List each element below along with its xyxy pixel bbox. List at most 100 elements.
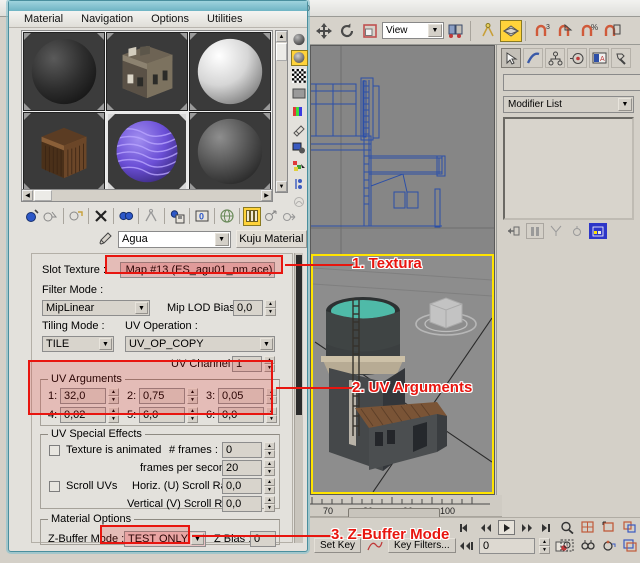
spinner-down-icon[interactable]: ▼ — [539, 546, 550, 554]
mip-lod-bias-spinner[interactable]: ▲▼ — [265, 300, 276, 316]
use-pivot-center-icon[interactable] — [445, 20, 467, 42]
material-editor-side-toolbar[interactable] — [290, 30, 308, 202]
uv-arg-1-spinner[interactable]: ▲▼ — [108, 388, 119, 404]
chevron-down-icon[interactable]: ▼ — [618, 98, 632, 111]
chevron-down-icon[interactable]: ▼ — [428, 24, 442, 37]
video-color-check-icon[interactable] — [291, 104, 308, 120]
tab-hierarchy-icon[interactable] — [545, 48, 565, 68]
filter-mode-combo[interactable]: MipLinear ▼ — [42, 300, 150, 316]
make-unique-icon[interactable] — [547, 223, 565, 239]
spinner-down-icon[interactable]: ▼ — [264, 504, 275, 512]
scroll-thumb-vertical[interactable] — [276, 43, 287, 61]
material-name-combo[interactable]: Agua ▼ — [118, 231, 231, 248]
put-material-to-scene-icon[interactable] — [41, 207, 59, 226]
previous-frame-icon[interactable] — [478, 520, 495, 535]
assign-material-to-selection-icon[interactable] — [67, 207, 85, 226]
spinner-down-icon[interactable]: ▼ — [266, 415, 277, 423]
spinner-up-icon[interactable]: ▲ — [187, 388, 198, 396]
zoom-extents-icon[interactable] — [600, 520, 617, 535]
spinner-down-icon[interactable]: ▼ — [266, 396, 277, 404]
uv-arg-1-field[interactable]: 32,0 — [60, 388, 106, 404]
uv-arg-3-spinner[interactable]: ▲▼ — [266, 388, 277, 404]
tab-utilities-icon[interactable] — [611, 48, 631, 68]
tiling-mode-combo[interactable]: TILE ▼ — [42, 336, 114, 352]
spinner-down-icon[interactable]: ▼ — [187, 396, 198, 404]
modifier-stack-list[interactable] — [503, 117, 634, 220]
material-editor-dialog[interactable]: Material Navigation Options Utilities — [8, 0, 308, 552]
zoom-all-icon[interactable] — [579, 520, 596, 535]
current-frame-row[interactable]: 0 ▲ ▼ — [458, 538, 571, 554]
next-frame-icon[interactable] — [518, 520, 535, 535]
uv-arg-5-field[interactable]: 6,0 — [139, 407, 185, 423]
playback-controls[interactable] — [458, 520, 555, 535]
object-name-row[interactable] — [503, 74, 634, 91]
uv-arg-2-spinner[interactable]: ▲▼ — [187, 388, 198, 404]
select-and-rotate-icon[interactable] — [336, 20, 358, 42]
spinner-up-icon[interactable]: ▲ — [108, 388, 119, 396]
region-zoom-icon[interactable] — [558, 538, 575, 553]
num-frames-spinner[interactable]: ▲▼ — [264, 442, 275, 458]
spinner-up-icon[interactable]: ▲ — [264, 478, 275, 486]
material-editor-menu-bar[interactable]: Material Navigation Options Utilities — [9, 11, 307, 28]
material-map-navigator-icon[interactable] — [291, 158, 308, 174]
configure-modifier-sets-icon[interactable] — [589, 223, 607, 239]
scroll-left-icon[interactable]: ◀ — [22, 190, 33, 201]
tab-create-icon[interactable] — [501, 48, 521, 68]
spinner-down-icon[interactable]: ▼ — [264, 468, 275, 476]
uv-arg-4-field[interactable]: 0,02 — [60, 407, 106, 423]
arc-rotate-icon[interactable] — [600, 538, 617, 553]
slot-texture-field[interactable]: Map #13 (ES_agu01_nm.ace) — [120, 262, 275, 278]
spinner-up-icon[interactable]: ▲ — [264, 442, 275, 450]
uv-channel-field[interactable]: 1 — [232, 356, 262, 372]
spinner-up-icon[interactable]: ▲ — [265, 300, 276, 308]
texture-is-animated-checkbox[interactable] — [49, 445, 60, 456]
spinner-down-icon[interactable]: ▼ — [187, 415, 198, 423]
material-type-button[interactable]: Kuju Material — [236, 230, 307, 248]
spinner-down-icon[interactable]: ▼ — [264, 364, 275, 372]
material-editor-toolbar[interactable]: 0 — [23, 205, 298, 227]
chevron-down-icon[interactable]: ▼ — [260, 338, 273, 350]
viewport-front-wireframe[interactable] — [311, 46, 494, 254]
select-and-link-icon[interactable] — [477, 20, 499, 42]
horiz-scroll-rate-field[interactable]: 0,0 — [222, 478, 262, 494]
command-panel-tabs[interactable]: A — [497, 45, 640, 70]
show-end-result-icon[interactable] — [526, 223, 544, 239]
show-map-in-viewport-icon[interactable] — [218, 207, 236, 226]
sample-slot-2[interactable] — [106, 32, 188, 111]
current-frame-input[interactable]: 0 — [479, 538, 535, 554]
put-to-library-icon[interactable] — [167, 207, 185, 226]
pin-stack-icon[interactable] — [505, 223, 523, 239]
menu-item-navigation[interactable]: Navigation — [72, 12, 142, 26]
horiz-scroll-rate-spinner[interactable]: ▲▼ — [264, 478, 275, 494]
sample-uv-tiling-icon[interactable] — [291, 86, 308, 102]
tab-motion-icon[interactable] — [567, 48, 587, 68]
uv-arg-6-spinner[interactable]: ▲▼ — [266, 407, 277, 423]
spinner-up-icon[interactable]: ▲ — [264, 356, 275, 364]
spinner-down-icon[interactable]: ▼ — [108, 415, 119, 423]
select-by-material-icon[interactable] — [291, 176, 308, 192]
menu-item-options[interactable]: Options — [142, 12, 198, 26]
uv-arg-6-field[interactable]: 0,0 — [218, 407, 264, 423]
zoom-extents-all-icon[interactable] — [621, 520, 638, 535]
spinner-down-icon[interactable]: ▼ — [108, 396, 119, 404]
get-material-icon[interactable] — [23, 207, 41, 226]
viewport-perspective-shaded[interactable] — [311, 254, 494, 494]
make-preview-icon[interactable] — [291, 122, 308, 138]
menu-item-material[interactable]: Material — [15, 12, 72, 26]
object-name-input[interactable] — [503, 74, 640, 91]
vertical-scroll-rate-field[interactable]: 0,0 — [222, 496, 262, 512]
scroll-up-icon[interactable]: ▲ — [276, 31, 287, 42]
mip-lod-bias-field[interactable]: 0,0 — [233, 300, 263, 316]
make-unique-icon[interactable] — [142, 207, 160, 226]
angle-snap-toggle-icon[interactable] — [555, 20, 577, 42]
max-main-toolbar[interactable]: View ▼ 3 % — [310, 17, 640, 45]
go-to-start-icon[interactable] — [458, 520, 475, 535]
spinner-up-icon[interactable]: ▲ — [266, 407, 277, 415]
play-animation-icon[interactable] — [498, 520, 515, 535]
vertical-scroll-rate-spinner[interactable]: ▲▼ — [264, 496, 275, 512]
spinner-snap-toggle-icon[interactable] — [601, 20, 623, 42]
remove-modifier-icon[interactable] — [568, 223, 586, 239]
sample-slots-horizontal-scrollbar[interactable]: ◀ ▶ — [21, 189, 273, 202]
tab-display-icon[interactable]: A — [589, 48, 609, 68]
zoom-icon[interactable] — [558, 520, 575, 535]
